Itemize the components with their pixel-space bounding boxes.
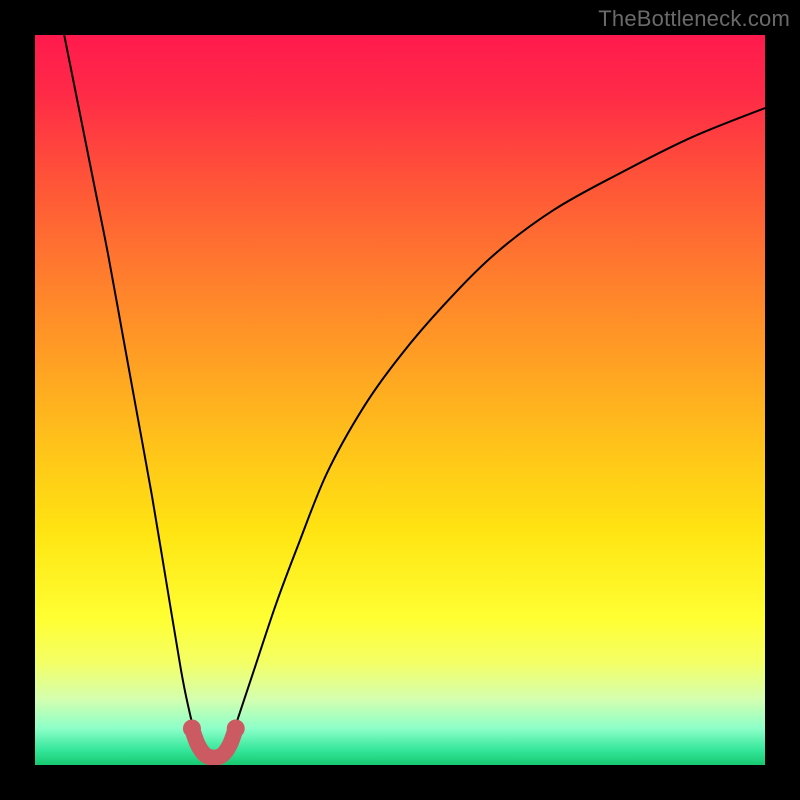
bottom-marker-dot: [183, 720, 201, 738]
bottom-marker-group: [183, 720, 245, 758]
curve-svg: [35, 35, 765, 765]
plot-area: [35, 35, 765, 765]
chart-frame: TheBottleneck.com: [0, 0, 800, 800]
curve-right: [225, 108, 765, 750]
bottom-marker-dot: [227, 720, 245, 738]
watermark-text: TheBottleneck.com: [598, 6, 790, 32]
curve-left: [64, 35, 203, 750]
